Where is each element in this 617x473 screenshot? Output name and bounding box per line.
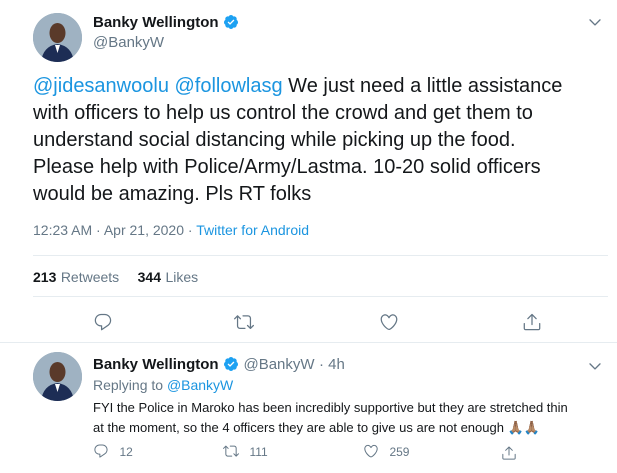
likes-stat[interactable]: 344 Likes [138,269,199,286]
tweet-timestamp[interactable]: 12:23 AM · Apr 21, 2020 · [33,222,196,238]
divider [33,255,608,256]
share-icon[interactable] [501,445,517,461]
replying-to-label: Replying to [93,377,167,393]
reply-action-reply[interactable]: 12 [93,443,133,461]
verified-badge-icon [224,15,239,29]
replying-to: Replying to @BankyW [93,377,233,393]
retweet-icon[interactable] [234,312,254,332]
reply-author-handle[interactable]: @BankyW [243,356,314,373]
reply-author-avatar[interactable] [33,352,82,401]
reply-author-name[interactable]: Banky Wellington [93,356,219,373]
tweet-text-line4: Please help with Police/Army/Lastma. 10-… [33,156,541,178]
tweet-stats: 213 Retweets 344 Likes [33,269,198,287]
mention-followlasg[interactable]: @followlasg [175,75,283,97]
reply-retweet-count: 111 [249,445,268,459]
mention-jidesanwoolu[interactable]: @jidesanwoolu [33,75,169,97]
retweets-stat[interactable]: 213 Retweets [33,269,119,286]
author-handle[interactable]: @BankyW [93,34,164,51]
tweet-text-line1: We just need a little assistance [282,75,563,97]
reply-count: 12 [119,445,133,459]
chevron-down-icon[interactable] [587,14,603,30]
tweet-text: @jidesanwoolu @followlasg We just need a… [33,73,608,208]
likes-label: Likes [165,269,199,285]
reply-text: FYI the Police in Maroko has been incred… [93,398,608,438]
reply-action-retweet[interactable]: 111 [223,443,268,461]
reply-like-count: 259 [389,445,410,459]
reply-icon[interactable] [93,312,113,332]
reply-time[interactable]: · 4h [319,356,345,373]
retweets-label: Retweets [60,269,120,285]
reply-text-line2: at the moment, so the 4 officers they ar… [93,420,504,435]
retweet-icon [223,445,239,457]
tweet-text-line5: would be amazing. Pls RT folks [33,183,312,205]
share-icon[interactable] [522,312,542,332]
reply-text-line1: FYI the Police in Maroko has been incred… [93,400,568,415]
tweet-text-line3: understand social distancing while picki… [33,129,516,151]
reply-header: Banky Wellington @BankyW · 4h [93,356,345,374]
replying-to-handle[interactable]: @BankyW [167,377,233,393]
likes-count: 344 [137,269,161,285]
reply-action-like[interactable]: 259 [363,443,409,461]
author-name-row: Banky Wellington [93,14,239,32]
author-avatar[interactable] [33,13,82,62]
like-icon[interactable] [379,312,399,332]
chevron-down-icon[interactable] [587,358,603,374]
pray-emoji: 🙏🏽🙏🏽 [507,420,540,435]
tweet-source[interactable]: Twitter for Android [196,222,309,238]
like-icon [364,444,378,458]
retweets-count: 213 [33,269,57,285]
tweet-text-line2: with officers to help us control the cro… [33,102,533,124]
divider [0,342,617,343]
tweet-meta: 12:23 AM · Apr 21, 2020 · Twitter for An… [33,222,309,238]
author-name[interactable]: Banky Wellington [93,14,219,31]
divider [33,296,608,297]
verified-badge-icon [224,357,239,371]
reply-icon [94,444,108,458]
